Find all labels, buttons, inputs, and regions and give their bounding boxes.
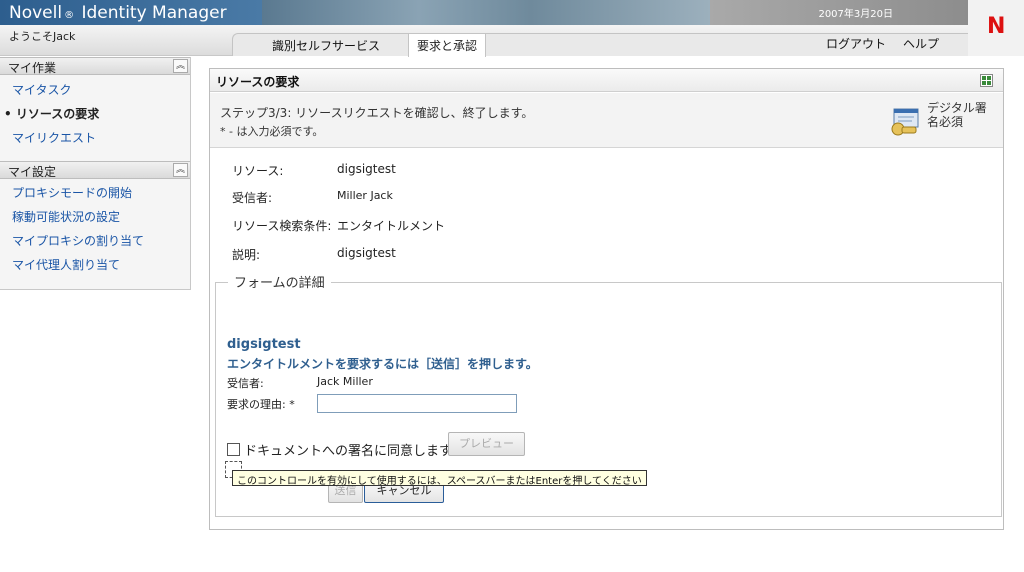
tab-identity-self-service[interactable]: 識別セルフサービス [272, 37, 380, 54]
sidebar-section-my-work: マイ作業 ︽ [0, 57, 190, 75]
sidebar-item-availability[interactable]: 稼動可能状況の設定 [12, 208, 120, 225]
step-info-area: ステップ3/3: リソースリクエストを確認し、終了します。 * - は入力必須で… [210, 93, 1003, 148]
logout-link[interactable]: ログアウト [826, 35, 886, 52]
tab-requests-and-approvals[interactable]: 要求と承認 [408, 33, 487, 57]
novell-logo: N [968, 0, 1024, 56]
sidebar-item-label: リソースの要求 [15, 107, 100, 121]
form-title: digsigtest [227, 337, 301, 352]
panel-title-bar: リソースの要求 [210, 69, 1003, 92]
step-text: ステップ3/3: リソースリクエストを確認し、終了します。 [220, 106, 534, 120]
sidebar-section-my-settings: マイ設定 ︽ [0, 161, 190, 179]
sidebar-item-proxy-assignments[interactable]: マイプロキシの割り当て [12, 232, 144, 249]
sidebar-section-title: マイ作業 [8, 61, 57, 75]
brand-bar: Novell ® Identity Manager [0, 0, 262, 25]
resource-label: リソース: [232, 164, 284, 178]
app-header: Novell ® Identity Manager 2007年3月20日 N よう… [0, 0, 1024, 57]
welcome-text: ようこそJack [9, 30, 76, 43]
agree-signature-checkbox[interactable] [227, 443, 240, 456]
current-date: 2007年3月20日 [818, 9, 893, 20]
resource-search-criteria-label: リソース検索条件: [232, 219, 332, 233]
sidebar-item-my-requests[interactable]: マイリクエスト [12, 129, 96, 146]
novell-logo-icon: N [987, 14, 1006, 39]
form-instruction: エンタイトルメントを要求するには［送信］を押します。 [227, 357, 538, 371]
required-note: * - は入力必須です。 [220, 125, 324, 138]
sidebar-item-delegate-assignments[interactable]: マイ代理人割り当て [12, 256, 120, 273]
main-tab-strip: 識別セルフサービス 要求と承認 ログアウト ヘルプ [232, 33, 968, 57]
header-date-bar: 2007年3月20日 [710, 0, 968, 25]
chevron-up-double-icon[interactable]: ︽ [173, 59, 188, 73]
help-link[interactable]: ヘルプ [903, 35, 939, 52]
preview-button[interactable]: プレビュー [448, 432, 525, 456]
digital-signature-label: デジタル署名必須 [927, 101, 987, 129]
recipient-label: 受信者: [232, 191, 273, 205]
recipient-value: Miller Jack [337, 189, 393, 202]
resource-search-criteria-value: エンタイトルメント [337, 219, 446, 233]
agree-signature-label: ドキュメントへの署名に同意します [244, 444, 453, 459]
description-value: digsigtest [337, 246, 396, 260]
sidebar-section-title: マイ設定 [8, 165, 57, 179]
panel-title: リソースの要求 [216, 75, 300, 89]
digital-signature-icon [891, 108, 919, 136]
sidebar-item-my-tasks[interactable]: マイタスク [12, 81, 72, 98]
grid-menu-icon[interactable] [980, 74, 993, 87]
sidebar-item-request-resource[interactable]: • リソースの要求 [4, 105, 99, 122]
description-label: 説明: [232, 248, 261, 262]
sidebar: マイ作業 ︽ マイタスク • リソースの要求 マイリクエスト マイ設定 ︽ プロ… [0, 57, 191, 290]
resource-value: digsigtest [337, 162, 396, 176]
request-resource-panel: リソースの要求 ステップ3/3: リソースリクエストを確認し、終了します。 * … [209, 68, 1004, 530]
request-reason-label: 要求の理由: * [227, 398, 295, 411]
form-details-legend: フォームの詳細 [228, 272, 331, 291]
brand-name: Novell [9, 3, 63, 23]
chevron-up-double-icon[interactable]: ︽ [173, 163, 188, 177]
form-recipient-value: Jack Miller [317, 375, 373, 388]
sidebar-item-start-proxy-mode[interactable]: プロキシモードの開始 [12, 184, 132, 201]
brand-product: Identity Manager [81, 3, 227, 23]
request-reason-input[interactable] [317, 394, 517, 413]
brand-registered-mark: ® [64, 10, 75, 21]
control-activation-tooltip: このコントロールを有効にして使用するには、スペースバーまたはEnterを押してく… [232, 470, 647, 487]
header-banner-image [262, 0, 710, 25]
brand-title: Novell ® Identity Manager [9, 3, 227, 23]
form-recipient-label: 受信者: [227, 377, 264, 390]
